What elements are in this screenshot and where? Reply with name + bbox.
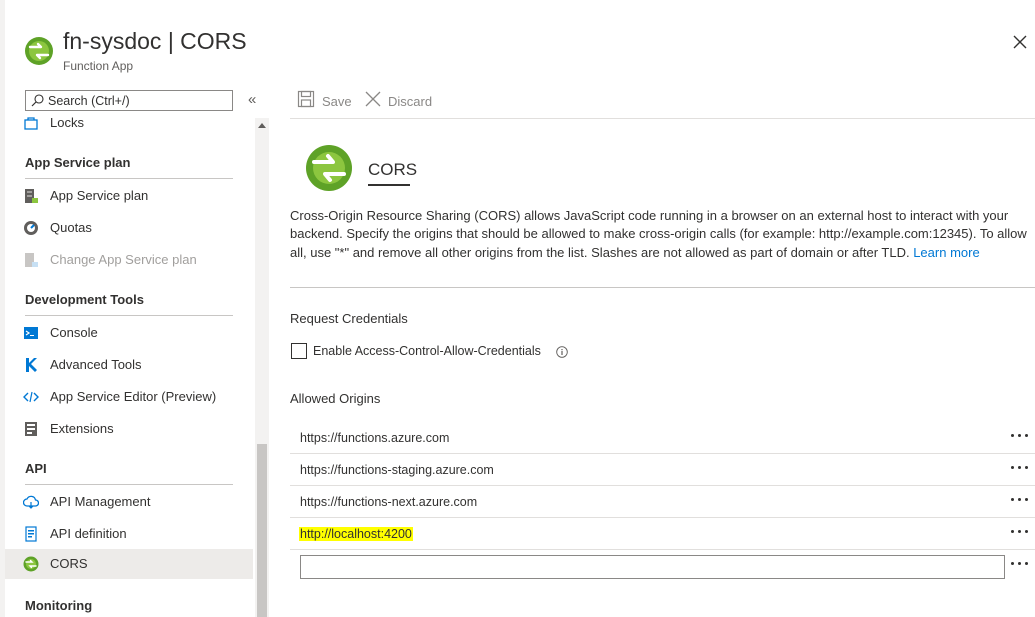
quotas-icon [24, 221, 38, 235]
cors-icon [306, 145, 352, 191]
origin-value-highlighted[interactable]: http://localhost:4200 [299, 527, 413, 541]
origin-value[interactable]: https://functions-staging.azure.com [300, 463, 494, 477]
sidebar-item-locks[interactable]: Locks [5, 112, 253, 138]
code-editor-icon [23, 391, 39, 403]
nav-group-app-service-plan: App Service plan [25, 155, 131, 170]
more-options-icon[interactable] [1008, 555, 1032, 571]
page-title: fn-sysdoc | CORS [63, 28, 247, 54]
origin-row: https://functions-staging.azure.com [290, 454, 1035, 486]
sidebar-item-api-management[interactable]: API Management [5, 487, 253, 517]
menu-search-box[interactable] [25, 90, 233, 111]
sidebar-item-label: App Service Editor (Preview) [50, 389, 217, 404]
collapse-menu-icon[interactable]: « [248, 91, 256, 108]
origin-row: http://localhost:4200 [290, 518, 1035, 550]
nav-group-monitoring: Monitoring [25, 598, 93, 613]
cors-icon [23, 556, 39, 572]
sidebar-item-app-service-editor[interactable]: App Service Editor (Preview) [5, 382, 253, 412]
advanced-tools-icon [26, 358, 37, 372]
save-label: Save [322, 94, 352, 109]
more-options-icon[interactable] [1008, 459, 1032, 475]
scroll-up-arrow-icon[interactable] [258, 123, 266, 128]
scrollbar-thumb[interactable] [257, 444, 267, 617]
save-icon [297, 90, 315, 108]
sidebar-item-api-definition[interactable]: API definition [5, 519, 253, 549]
section-title: CORS [368, 160, 418, 179]
sidebar-item-console[interactable]: Console [5, 318, 253, 348]
api-management-icon [23, 495, 39, 509]
function-app-icon [25, 37, 53, 65]
info-icon[interactable] [556, 346, 568, 358]
command-bar-divider [290, 118, 1035, 119]
discard-icon [365, 91, 381, 107]
nav-group-api: API [25, 461, 47, 476]
app-service-plan-icon [25, 189, 38, 203]
sidebar-item-advanced-tools[interactable]: Advanced Tools [5, 350, 253, 380]
menu-scrollbar[interactable] [255, 118, 269, 617]
sidebar-item-label: Console [50, 325, 98, 340]
nav-divider [25, 315, 233, 316]
new-origin-input[interactable] [300, 555, 1005, 579]
nav-divider [25, 484, 233, 485]
sidebar-item-app-service-plan[interactable]: App Service plan [5, 181, 253, 211]
description-divider [290, 287, 1035, 288]
origin-row-new [290, 550, 1035, 582]
sidebar-item-cors[interactable]: CORS [5, 549, 253, 579]
more-options-icon[interactable] [1008, 491, 1032, 507]
sidebar-item-label: API Management [50, 494, 151, 509]
origin-value[interactable]: https://functions-next.azure.com [300, 495, 477, 509]
sidebar-item-label: CORS [50, 556, 88, 571]
sidebar-item-label: API definition [50, 526, 127, 541]
search-icon [31, 94, 44, 107]
sidebar-item-label: Quotas [50, 220, 92, 235]
learn-more-link[interactable]: Learn more [913, 245, 979, 260]
sidebar-item-label: Advanced Tools [50, 357, 142, 372]
allow-credentials-label[interactable]: Enable Access-Control-Allow-Credentials [313, 344, 541, 358]
console-icon [24, 327, 38, 339]
origin-row: https://functions-next.azure.com [290, 486, 1035, 518]
page-subtitle: Function App [63, 59, 134, 73]
sidebar-item-extensions[interactable]: Extensions [5, 414, 253, 444]
origin-row: https://functions.azure.com [290, 422, 1035, 454]
title-underline [368, 184, 410, 186]
lock-icon [24, 117, 38, 130]
discard-label: Discard [388, 94, 433, 109]
extensions-icon [25, 422, 37, 436]
resource-menu: Locks App Service plan App Service plan … [5, 112, 255, 617]
allowed-origins-heading: Allowed Origins [290, 391, 381, 406]
save-button[interactable]: Save [297, 88, 357, 112]
discard-button[interactable]: Discard [364, 88, 444, 112]
change-plan-icon [25, 253, 38, 267]
sidebar-item-label: Extensions [50, 421, 114, 436]
api-definition-icon [25, 526, 37, 542]
sidebar-item-change-app-service-plan[interactable]: Change App Service plan [5, 245, 253, 275]
origin-value[interactable]: https://functions.azure.com [300, 431, 449, 445]
request-credentials-heading: Request Credentials [290, 311, 408, 326]
sidebar-item-quotas[interactable]: Quotas [5, 213, 253, 243]
close-icon[interactable] [1010, 32, 1030, 52]
more-options-icon[interactable] [1008, 427, 1032, 443]
allow-credentials-checkbox[interactable] [291, 343, 307, 359]
search-input[interactable] [48, 92, 228, 109]
more-options-icon[interactable] [1008, 523, 1032, 539]
cors-description: Cross-Origin Resource Sharing (CORS) all… [290, 207, 1035, 262]
sidebar-item-label: Locks [50, 115, 84, 130]
nav-divider [25, 178, 233, 179]
sidebar-item-label: Change App Service plan [50, 252, 197, 267]
nav-group-development-tools: Development Tools [25, 292, 144, 307]
sidebar-item-label: App Service plan [50, 188, 149, 203]
